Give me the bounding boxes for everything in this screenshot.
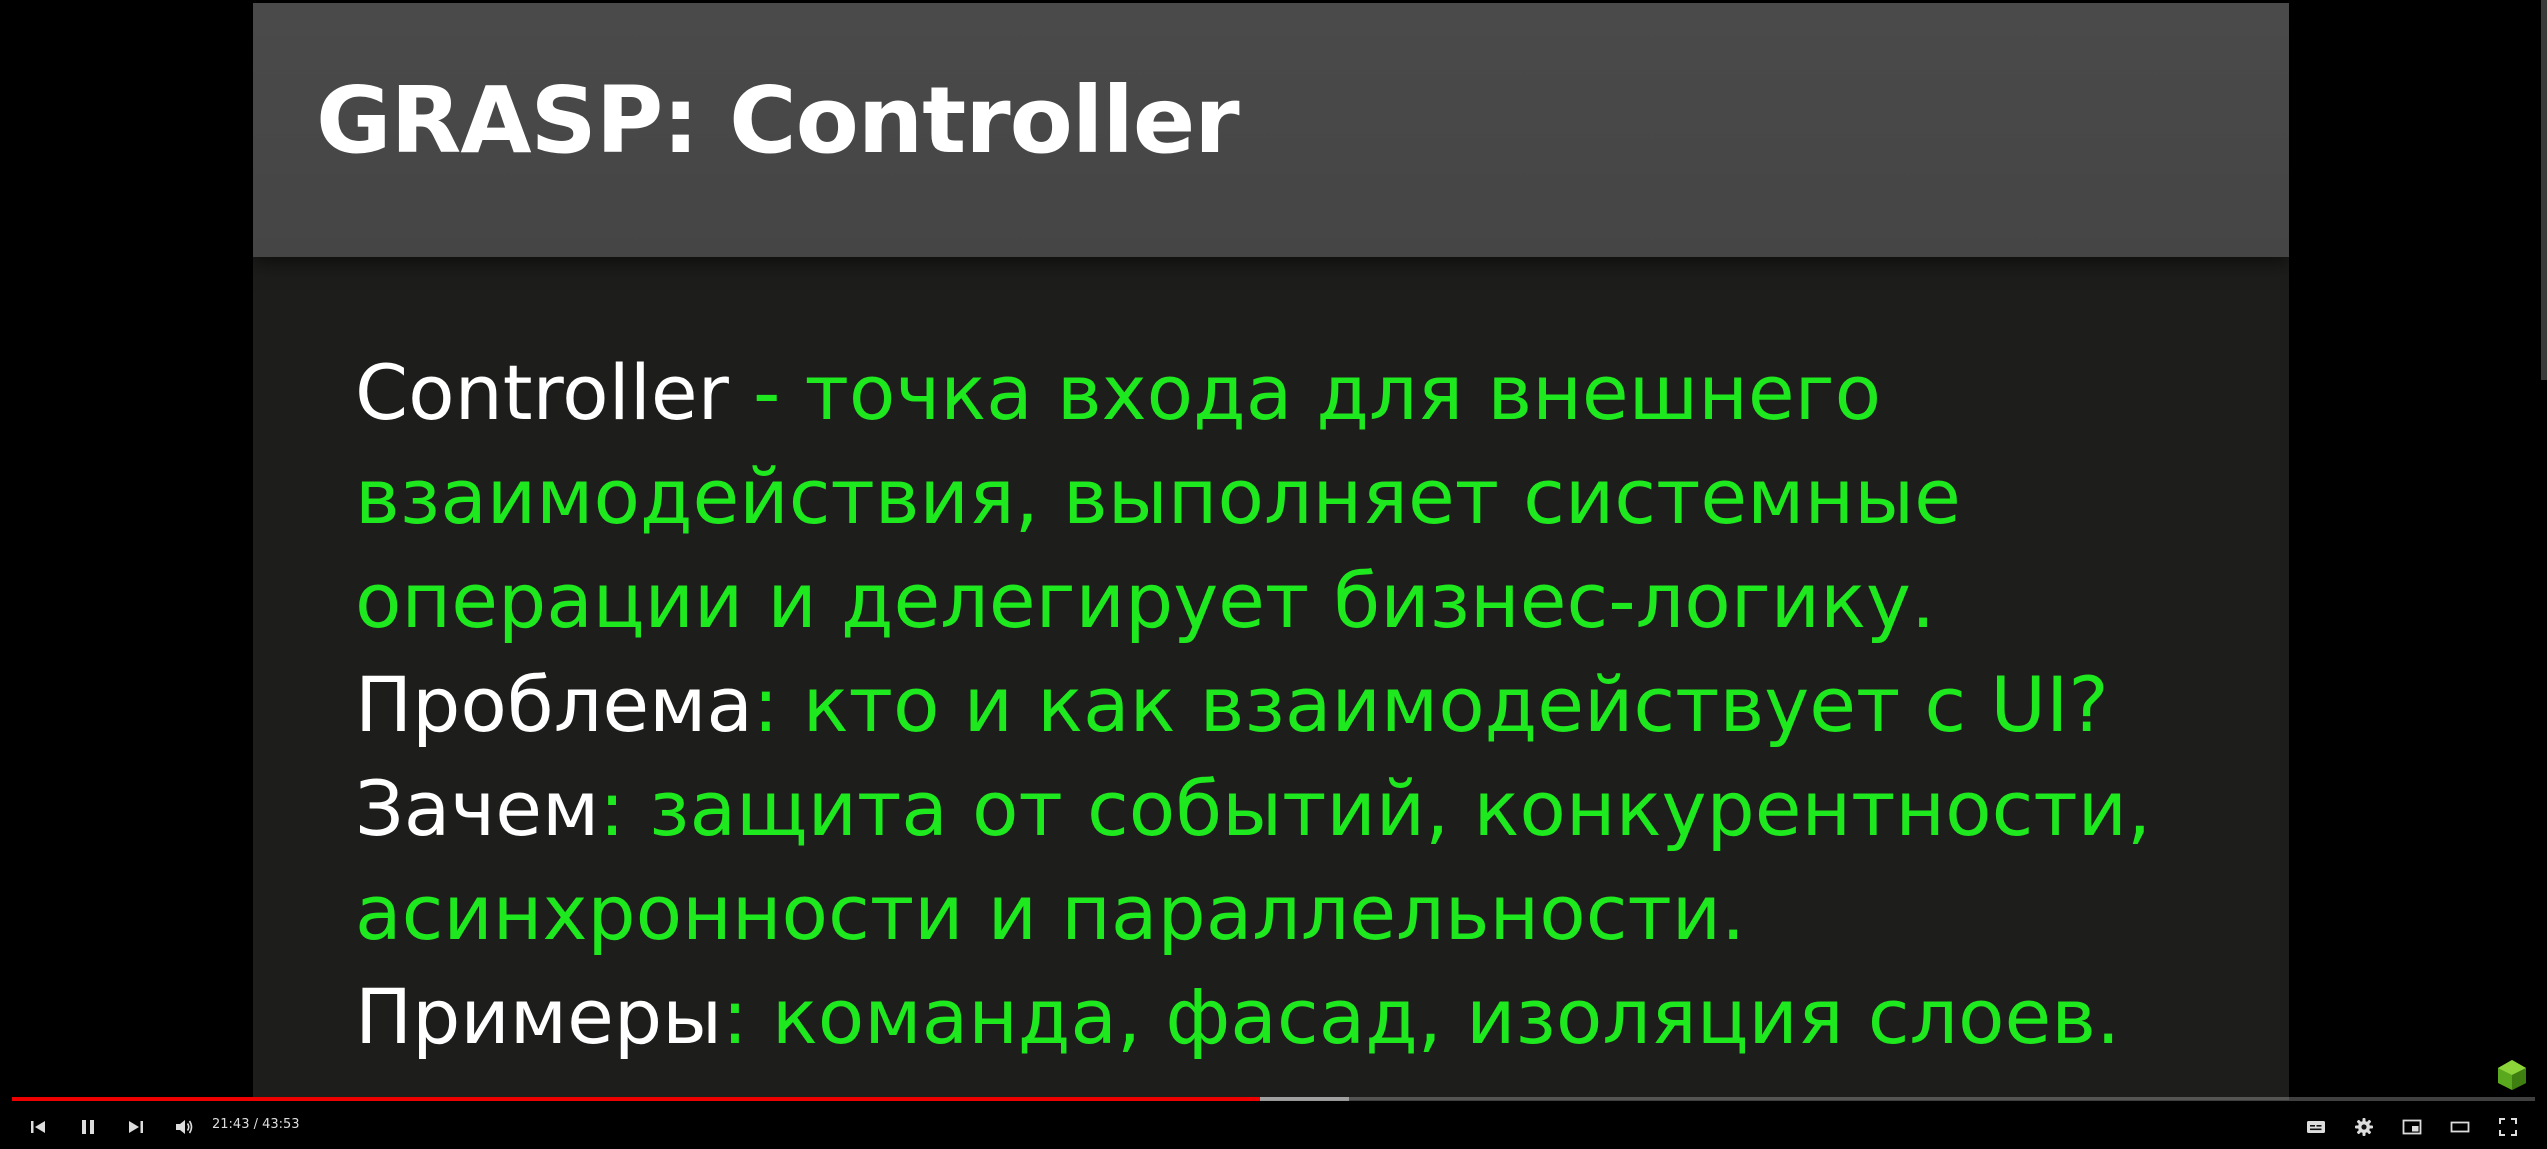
video-player[interactable]: GRASP: Controller Controller - точка вхо… — [0, 0, 2547, 1149]
next-button[interactable] — [120, 1111, 152, 1143]
slide-title: GRASP: Controller — [316, 67, 1240, 174]
slide-term: Примеры — [355, 972, 723, 1061]
slide-description: : команда, фасад, изоляция слоев. — [722, 972, 2121, 1061]
slide-line: асинхронности и параллельности. — [355, 861, 2255, 965]
channel-watermark-icon[interactable] — [2495, 1058, 2529, 1092]
slide-description: операции и делегирует бизнес-логику. — [355, 556, 1936, 645]
theater-mode-button[interactable] — [2444, 1111, 2476, 1143]
pause-button[interactable] — [72, 1111, 104, 1143]
slide-line: Примеры: команда, фасад, изоляция слоев. — [355, 965, 2255, 1069]
slide-description: : защита от событий, конкурентности, — [599, 764, 2152, 853]
slide-line: Зачем: защита от событий, конкурентности… — [355, 757, 2255, 861]
slide-term: Зачем — [355, 764, 600, 853]
slide-body: Controller - точка входа для внешнего вз… — [355, 341, 2255, 1069]
settings-gear-icon — [2355, 1118, 2373, 1136]
miniplayer-button[interactable] — [2396, 1111, 2428, 1143]
slide-description: взаимодействия, выполняет системные — [355, 452, 1961, 541]
slide-description: : кто и как взаимодействует с UI? — [753, 660, 2109, 749]
theater-mode-icon — [2450, 1121, 2470, 1133]
time-display: 21:43 / 43:53 — [212, 1117, 300, 1132]
slide-term: Controller — [355, 348, 729, 437]
volume-icon — [176, 1120, 193, 1134]
player-controls: 21:43 / 43:53 — [0, 1105, 2547, 1149]
subtitles-button[interactable] — [2300, 1111, 2332, 1143]
slide-description: асинхронности и параллельности. — [355, 868, 1746, 957]
pause-icon — [82, 1120, 94, 1134]
video-frame-slide: GRASP: Controller Controller - точка вхо… — [253, 3, 2289, 1100]
previous-button[interactable] — [22, 1111, 54, 1143]
progress-played — [12, 1097, 1261, 1101]
slide-line: Controller - точка входа для внешнего — [355, 341, 2255, 445]
next-icon — [129, 1121, 143, 1133]
previous-icon — [31, 1121, 45, 1133]
volume-button[interactable] — [168, 1111, 200, 1143]
page-scrollbar[interactable] — [2541, 0, 2547, 380]
slide-header: GRASP: Controller — [253, 3, 2289, 257]
subtitles-icon — [2307, 1121, 2325, 1133]
fullscreen-button[interactable] — [2492, 1111, 2524, 1143]
slide-description: - точка входа для внешнего — [728, 348, 1882, 437]
progress-bar[interactable] — [12, 1097, 2535, 1101]
slide-line: взаимодействия, выполняет системные — [355, 445, 2255, 549]
slide-line: операции и делегирует бизнес-логику. — [355, 549, 2255, 653]
settings-button[interactable] — [2348, 1111, 2380, 1143]
slide-line: Проблема: кто и как взаимодействует с UI… — [355, 653, 2255, 757]
slide-term: Проблема — [355, 660, 753, 749]
miniplayer-icon — [2402, 1119, 2422, 1135]
fullscreen-icon — [2499, 1118, 2517, 1136]
